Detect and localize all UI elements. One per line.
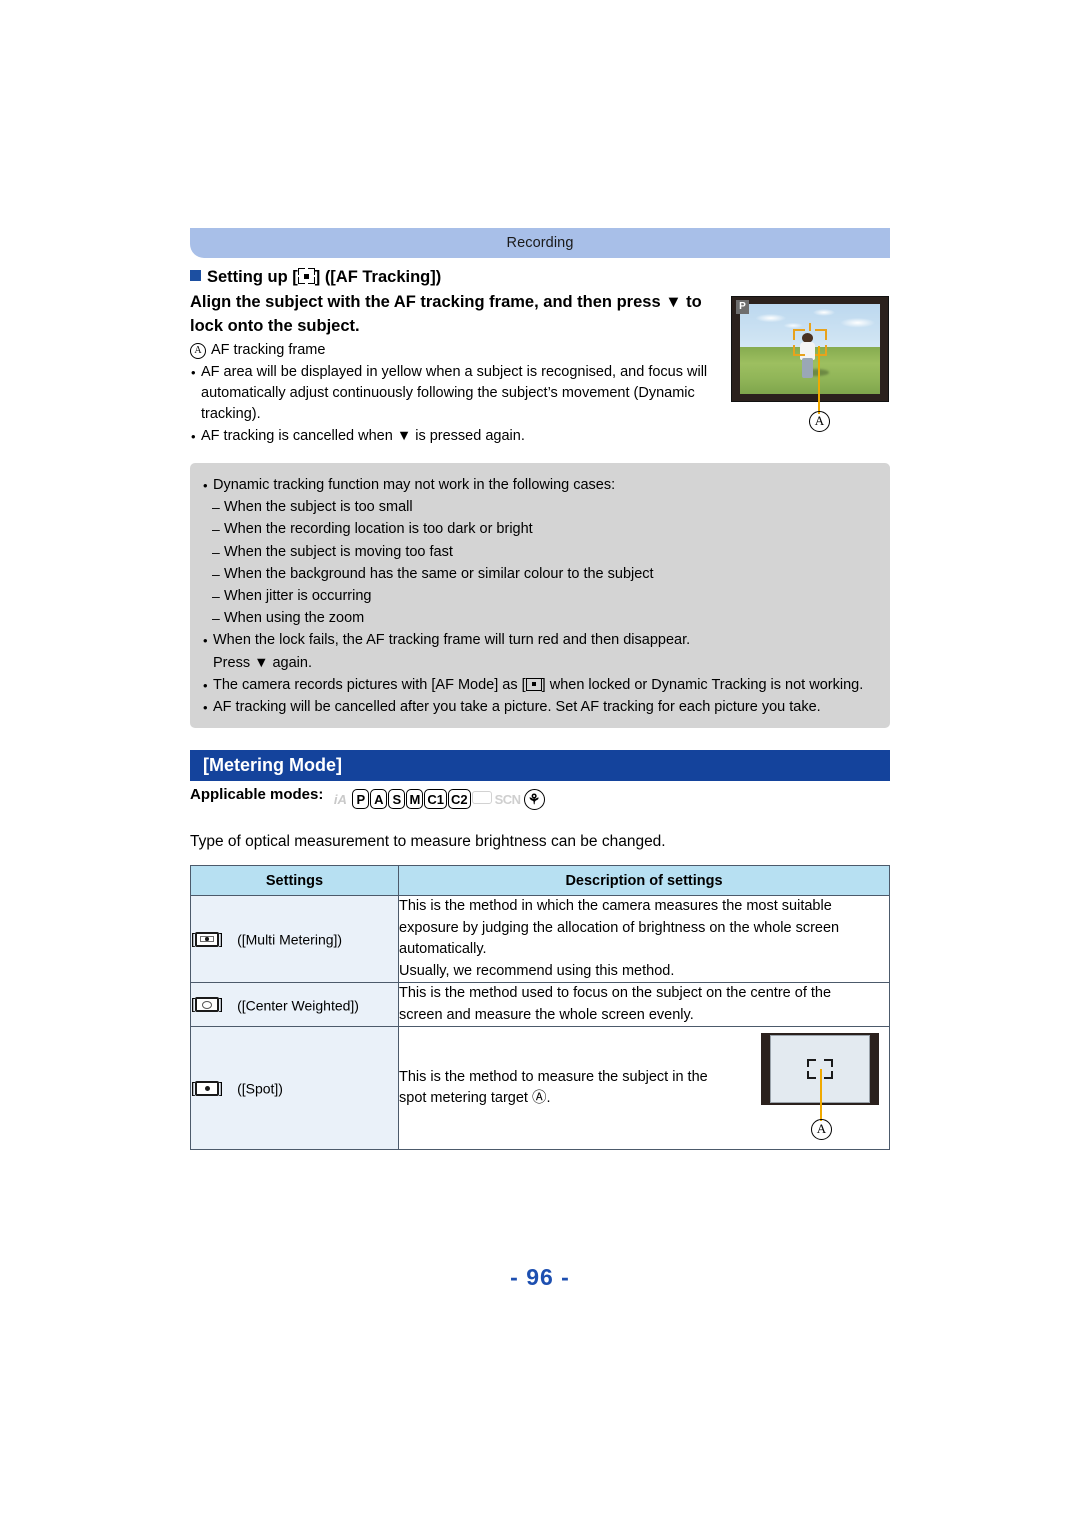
page-number: - 96 - [510, 1264, 570, 1290]
callout-a-label: A [811, 1119, 832, 1142]
mode-badge: P [736, 300, 749, 314]
square-bullet-icon [190, 270, 201, 281]
section-title: [Metering Mode] [203, 755, 342, 775]
list-item: Press ▼ again. [213, 654, 312, 671]
column-header-description: Description of settings [398, 865, 890, 896]
applicable-modes-label: Applicable modes: [190, 786, 324, 803]
description-line: screen and measure the whole screen even… [399, 1006, 694, 1023]
callout-a-marker: A [190, 343, 206, 359]
af-tracking-frame-icon [793, 323, 827, 357]
mode-icon-creative-control: ⚘ [523, 789, 545, 810]
list-item: When the lock fails, the AF tracking fra… [202, 630, 876, 651]
callout-leader-line [818, 346, 821, 414]
list-item: The camera records pictures with [AF Mod… [202, 675, 876, 696]
running-header-label: Recording [506, 235, 574, 251]
note-text-after: ] when locked or Dynamic Tracking is not… [541, 676, 864, 693]
multi-metering-icon: [] [191, 931, 224, 948]
list-item: Dynamic tracking function may not work i… [202, 475, 876, 496]
list-item: When the recording location is too dark … [202, 519, 876, 540]
spot-metering-icon: [] [191, 1080, 224, 1097]
table-header-row: Settings Description of settings [190, 865, 890, 896]
mode-icon-c2: C2 [447, 789, 471, 809]
description-cell-multi-metering: This is the method in which the camera m… [398, 895, 890, 983]
mode-icon-ia: iA [333, 792, 347, 807]
description-line: This is the method used to focus on the … [399, 985, 832, 1001]
af-tracking-screen-illustration: P A [731, 296, 891, 432]
list-item: When the subject is too small [202, 497, 876, 518]
description-cell-spot: This is the method to measure the subjec… [398, 1026, 890, 1150]
mode-icon-scn: SCN [494, 792, 521, 807]
list-item: When using the zoom [202, 608, 876, 629]
setting-cell-center-weighted: [] ([Center Weighted]) [190, 982, 399, 1027]
list-item: When the subject is moving too fast [202, 542, 876, 563]
callout-a-label: A [809, 411, 830, 432]
af-bullet-list: AF area will be displayed in yellow when… [190, 362, 735, 447]
camera-screen: P [731, 296, 889, 402]
one-area-af-icon [525, 677, 542, 691]
list-item: AF area will be displayed in yellow when… [190, 362, 735, 425]
mode-icon-c1: C1 [424, 789, 447, 809]
setting-cell-spot: [] ([Spot]) [190, 1026, 399, 1150]
af-callout-text: AF tracking frame [211, 342, 326, 358]
list-item: When the background has the same or simi… [202, 564, 876, 585]
setting-label: ([Multi Metering]) [237, 931, 343, 948]
running-header: Recording [190, 228, 890, 258]
note-list: Dynamic tracking function may not work i… [202, 475, 876, 718]
af-tracking-heading: Setting up [ ] ([AF Tracking]) [190, 266, 735, 289]
af-heading-tail: ] ([AF Tracking]) [314, 268, 442, 286]
list-item: AF tracking will be cancelled after you … [202, 697, 876, 718]
description-line: exposure by judging the allocation of br… [399, 919, 840, 936]
mode-icon-panorama [471, 791, 492, 804]
list-item: AF tracking is cancelled when ▼ is press… [190, 426, 735, 447]
description-line: Usually, we recommend using this method. [399, 962, 675, 979]
mode-icon-list: iA P A S M C1 C2 SCN ⚘ [329, 789, 545, 810]
section-title-bar: [Metering Mode] [190, 750, 890, 781]
note-box: Dynamic tracking function may not work i… [190, 463, 890, 728]
description-line: This is the method in which the camera m… [399, 898, 832, 914]
mode-icon-s: S [388, 789, 406, 809]
af-tracking-section: Setting up [ ] ([AF Tracking]) Align the … [190, 266, 735, 447]
af-callout-line: A AF tracking frame [190, 340, 735, 361]
setting-label: ([Spot]) [237, 1080, 283, 1097]
mode-icon-p: P [352, 789, 370, 809]
description-cell-center-weighted: This is the method used to focus on the … [398, 982, 890, 1027]
af-heading-text: Setting up [ [207, 268, 298, 286]
mode-icon-a: A [370, 789, 388, 809]
table-row: [] ([Center Weighted]) This is the method… [190, 982, 890, 1027]
mode-icon-m: M [406, 789, 424, 809]
applicable-modes-row: Applicable modes: iA P A S M C1 C2 SCN ⚘ [190, 786, 546, 810]
description-line: automatically. [399, 941, 487, 957]
manual-page: Recording Setting up [ ] ([AF Tracking]) … [0, 0, 1080, 1526]
camera-screen-image [740, 304, 880, 394]
metering-settings-table: Settings Description of settings [] ([Mul… [190, 865, 890, 1150]
note-text-before: The camera records pictures with [AF Mod… [213, 676, 526, 693]
spot-metering-illustration: A [761, 1033, 879, 1140]
af-instruction: Align the subject with the AF tracking f… [190, 293, 702, 335]
center-weighted-icon: [] [191, 997, 224, 1014]
column-header-settings: Settings [190, 865, 399, 896]
metering-intro-text: Type of optical measurement to measure b… [190, 832, 666, 850]
table-row: [] ([Multi Metering]) This is the method … [190, 895, 890, 983]
callout-leader-line [820, 1069, 823, 1121]
af-tracking-icon [297, 268, 315, 284]
table-row: [] ([Spot]) This is the method to measure… [190, 1026, 890, 1150]
setting-cell-multi-metering: [] ([Multi Metering]) [190, 895, 399, 983]
setting-label: ([Center Weighted]) [237, 997, 359, 1014]
list-item: When jitter is occurring [202, 586, 876, 607]
